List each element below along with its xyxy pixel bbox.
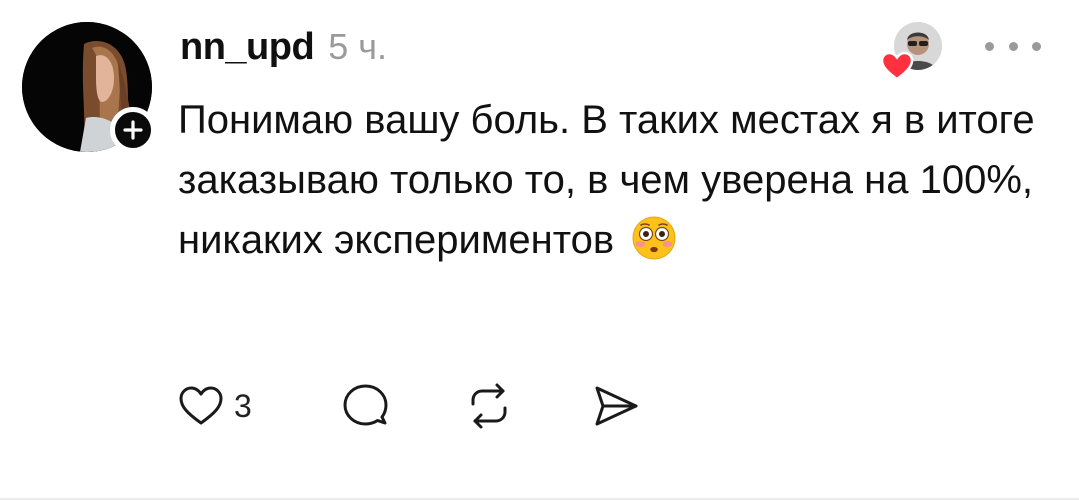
reply-button[interactable] [341,378,389,434]
more-options-button[interactable] [985,34,1041,58]
author-avatar-wrap [22,22,156,153]
more-dot [1032,41,1041,51]
heart-icon [880,51,914,81]
post-timestamp: 5 ч. [328,26,387,67]
follow-button[interactable] [110,107,156,153]
flushed-face-emoji [632,216,676,260]
comment-icon [343,384,388,426]
more-dot [1008,41,1018,51]
heart-outline-icon [179,386,223,425]
more-horizontal-icon [985,41,994,51]
send-icon [595,386,638,426]
liked-by-author[interactable] [880,18,944,82]
post-header: nn_upd 5 ч. [180,26,387,69]
username-link[interactable]: nn_upd [180,26,315,69]
thread-post: nn_upd 5 ч. Понимаю вашу боль. В таких м… [0,0,1079,500]
post-body-text: Понимаю вашу боль. В таких местах я в ит… [178,98,1035,262]
like-button[interactable]: 3 [178,378,252,434]
like-count: 3 [234,387,252,424]
post-body: Понимаю вашу боль. В таких местах я в ит… [178,90,1058,270]
repost-button[interactable] [465,378,513,434]
post-actions: 3 [178,378,678,434]
plus-icon [123,120,143,140]
repost-icon [471,383,507,429]
share-button[interactable] [591,378,641,434]
